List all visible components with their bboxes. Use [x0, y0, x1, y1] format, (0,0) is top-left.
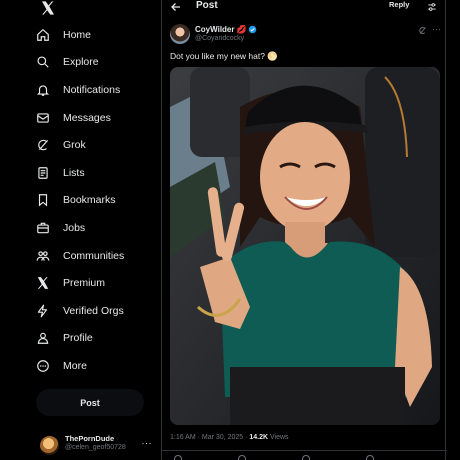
post-header: Post Reply: [162, 0, 447, 15]
post-photo-illustration: [170, 67, 440, 425]
nav-item-premium[interactable]: Premium: [36, 269, 154, 297]
nav-label-messages: Messages: [63, 111, 111, 124]
author-avatar[interactable]: [170, 24, 190, 44]
envelope-icon: [37, 112, 49, 123]
x-logo-icon[interactable]: [39, 0, 57, 16]
account-more-icon[interactable]: ···: [142, 438, 153, 448]
nav-item-lists[interactable]: Lists: [36, 159, 154, 187]
home-icon: [37, 28, 49, 41]
nav-label-more: More: [63, 359, 87, 372]
nav-label-bookmarks: Bookmarks: [63, 194, 116, 207]
author-emoji: 💋: [236, 25, 247, 34]
bookmark-icon: [38, 194, 48, 207]
bell-icon: [36, 85, 50, 96]
nav-label-explore: Explore: [63, 56, 99, 69]
nav-item-bookmarks[interactable]: Bookmarks: [36, 187, 154, 215]
nav-label-communities: Communities: [63, 249, 125, 262]
account-handle: @celen_geof50728: [65, 444, 126, 451]
nav-label-premium: Premium: [63, 277, 106, 290]
person-icon: [37, 333, 49, 345]
nav-item-profile[interactable]: Profile: [36, 325, 154, 353]
lightning-icon: [37, 304, 48, 318]
nav-label-lists: Lists: [63, 166, 85, 179]
people-icon: [36, 250, 50, 261]
nav-label-jobs: Jobs: [63, 221, 86, 234]
adjust-icon[interactable]: [427, 2, 437, 12]
reply-icon[interactable]: [174, 455, 182, 460]
avatar: [40, 436, 59, 455]
nav-label-grok: Grok: [63, 139, 86, 152]
post-image[interactable]: [170, 67, 440, 425]
nav-label-notifications: Notifications: [63, 83, 121, 96]
account-switcher[interactable]: ThePornDude @celen_geof50728 ···: [40, 434, 158, 460]
account-text: ThePornDude @celen_geof50728: [65, 434, 126, 452]
left-sidebar: Home Explore Notifications Messages Grok…: [0, 0, 160, 460]
briefcase-icon: [37, 222, 49, 234]
post-text: Dot you like my new hat? 🌕: [170, 51, 278, 61]
nav-label-verified-orgs: Verified Orgs: [63, 304, 124, 317]
list-icon: [38, 166, 48, 179]
reply-button[interactable]: Reply: [389, 0, 409, 9]
like-icon[interactable]: [302, 455, 310, 460]
nav-item-home[interactable]: Home: [36, 21, 154, 49]
nav-item-jobs[interactable]: Jobs: [36, 214, 154, 242]
nav-item-explore[interactable]: Explore: [36, 49, 154, 77]
nav-item-notifications[interactable]: Notifications: [36, 76, 154, 104]
author-handle[interactable]: @Coyandcocky: [195, 35, 244, 42]
x-logo-icon: [37, 277, 49, 289]
verified-badge-icon: [249, 25, 257, 34]
nav-label-profile: Profile: [63, 332, 93, 345]
nav-label-home: Home: [63, 28, 92, 41]
page-title: Post: [196, 0, 218, 11]
divider: [162, 450, 447, 451]
nav-item-messages[interactable]: Messages: [36, 104, 154, 132]
post-detail-column: Post Reply CoyWilder 💋 @Coyandcocky ··· …: [161, 0, 447, 460]
nav-item-communities[interactable]: Communities: [36, 242, 154, 270]
views-count: 14.2K: [249, 434, 269, 441]
author-name[interactable]: CoyWilder: [195, 25, 235, 34]
nav-item-grok[interactable]: Grok: [36, 131, 154, 159]
post-meta: 1:16 AM · Mar 30, 2025 · 14.2K Views: [170, 434, 289, 441]
more-circle-icon: [37, 360, 49, 372]
search-icon: [37, 56, 49, 69]
nav-item-verified-orgs[interactable]: Verified Orgs: [36, 297, 154, 325]
bookmark-action-icon[interactable]: [366, 455, 374, 460]
post-timestamp[interactable]: 1:16 AM · Mar 30, 2025 ·: [170, 434, 249, 441]
nav-item-more[interactable]: More: [36, 352, 154, 380]
post-button[interactable]: Post: [36, 389, 144, 416]
views-label: Views: [268, 434, 289, 441]
main-nav: Home Explore Notifications Messages Grok…: [36, 21, 154, 380]
grok-icon[interactable]: [418, 26, 427, 35]
back-arrow-icon[interactable]: [170, 1, 182, 13]
repost-icon[interactable]: [238, 455, 246, 460]
grok-icon: [38, 139, 49, 151]
account-name: ThePornDude: [65, 434, 115, 443]
post-more-icon[interactable]: ···: [432, 24, 441, 34]
author-name-row[interactable]: CoyWilder 💋: [195, 25, 257, 34]
